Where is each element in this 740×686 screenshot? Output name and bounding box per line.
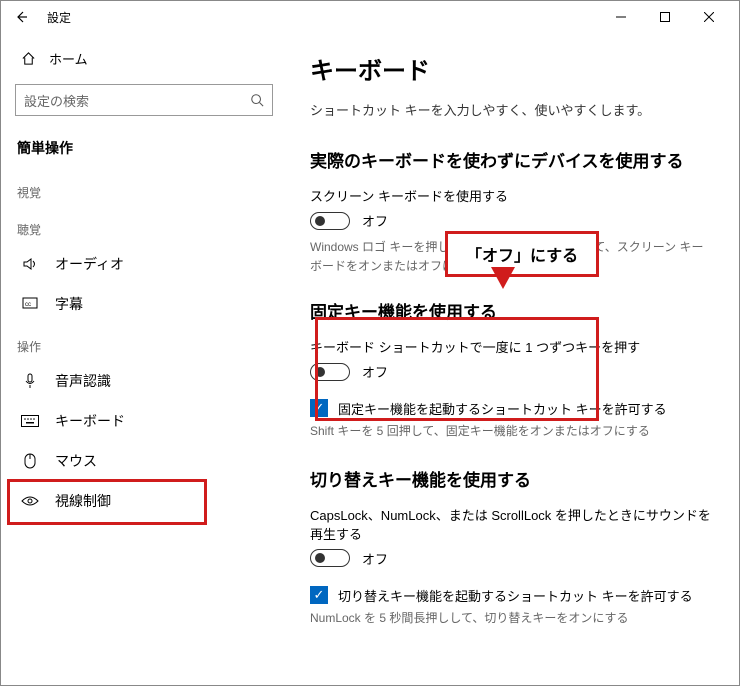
- sidebar-item-keyboard[interactable]: キーボード: [13, 401, 291, 441]
- sidebar-item-label: 字幕: [55, 294, 83, 314]
- toggle-state: オフ: [362, 211, 388, 230]
- titlebar: 設定: [1, 1, 739, 33]
- sidebar-item-label: 音声認識: [55, 371, 111, 391]
- search-icon: [250, 93, 264, 107]
- keyboard-icon: [19, 415, 41, 427]
- category-header: 簡単操作: [13, 130, 291, 170]
- sidebar-item-label: オーディオ: [55, 254, 124, 274]
- sidebar-item-mouse[interactable]: マウス: [13, 441, 291, 481]
- toggle-state: オフ: [362, 549, 388, 568]
- sidebar-item-label: 視線制御: [55, 491, 111, 511]
- sidebar-item-eye-control[interactable]: 視線制御: [13, 481, 291, 521]
- sidebar-item-label: マウス: [55, 451, 97, 471]
- callout-text: 「オフ」にする: [466, 248, 578, 265]
- group-label-hearing: 聴覚: [13, 207, 291, 244]
- toggle-toggle-keys[interactable]: [310, 549, 350, 567]
- minimize-button[interactable]: [599, 1, 643, 33]
- group-label-interaction: 操作: [13, 324, 291, 361]
- close-icon: [704, 12, 714, 22]
- search-placeholder: 設定の検索: [24, 91, 250, 110]
- home-link[interactable]: ホーム: [13, 43, 291, 74]
- option-hint: NumLock を 5 秒間長押しして、切り替えキーをオンにする: [310, 609, 715, 628]
- option-label: スクリーン キーボードを使用する: [310, 186, 715, 205]
- audio-icon: [19, 256, 41, 272]
- checkbox-togglekeys-shortcut[interactable]: ✓: [310, 586, 328, 604]
- group-label-visual: 視覚: [13, 170, 291, 207]
- sidebar: ホーム 設定の検索 簡単操作 視覚 聴覚 オーディオ cc 字幕 操作: [1, 33, 291, 685]
- option-label: キーボード ショートカットで一度に 1 つずつキーを押す: [310, 337, 715, 356]
- sidebar-item-label: キーボード: [55, 411, 125, 431]
- section-heading: 切り替えキー機能を使用する: [310, 466, 715, 491]
- section-heading: 実際のキーボードを使わずにデバイスを使用する: [310, 147, 715, 172]
- page-title: キーボード: [310, 51, 715, 86]
- window-controls: [599, 1, 731, 33]
- checkbox-sticky-shortcut[interactable]: ✓: [310, 399, 328, 417]
- home-icon: [19, 51, 37, 66]
- toggle-sticky-keys[interactable]: [310, 363, 350, 381]
- sidebar-item-captions[interactable]: cc 字幕: [13, 284, 291, 324]
- eye-icon: [19, 495, 41, 507]
- annotation-callout: 「オフ」にする: [445, 231, 599, 277]
- mouse-icon: [19, 453, 41, 469]
- content-area: キーボード ショートカット キーを入力しやすく、使いやすくします。 実際のキーボ…: [291, 33, 739, 685]
- svg-text:cc: cc: [25, 302, 31, 308]
- minimize-icon: [616, 12, 626, 22]
- home-label: ホーム: [49, 49, 88, 68]
- close-button[interactable]: [687, 1, 731, 33]
- option-label: CapsLock、NumLock、または ScrollLock を押したときにサ…: [310, 505, 715, 543]
- maximize-button[interactable]: [643, 1, 687, 33]
- toggle-onscreen-keyboard[interactable]: [310, 212, 350, 230]
- sidebar-item-audio[interactable]: オーディオ: [13, 244, 291, 284]
- app-title: 設定: [47, 9, 71, 26]
- maximize-icon: [660, 12, 670, 22]
- option-hint: Shift キーを 5 回押して、固定キー機能をオンまたはオフにする: [310, 422, 715, 441]
- cc-icon: cc: [19, 297, 41, 311]
- checkbox-label: 切り替えキー機能を起動するショートカット キーを許可する: [338, 586, 693, 605]
- back-button[interactable]: [9, 5, 33, 29]
- annotation-callout-tail: [491, 267, 515, 289]
- arrow-left-icon: [14, 10, 28, 24]
- sidebar-item-speech[interactable]: 音声認識: [13, 361, 291, 401]
- page-subtitle: ショートカット キーを入力しやすく、使いやすくします。: [310, 100, 715, 119]
- section-heading: 固定キー機能を使用する: [310, 298, 715, 323]
- mic-icon: [19, 373, 41, 389]
- toggle-state: オフ: [362, 362, 388, 381]
- search-input[interactable]: 設定の検索: [15, 84, 273, 116]
- checkbox-label: 固定キー機能を起動するショートカット キーを許可する: [338, 399, 667, 418]
